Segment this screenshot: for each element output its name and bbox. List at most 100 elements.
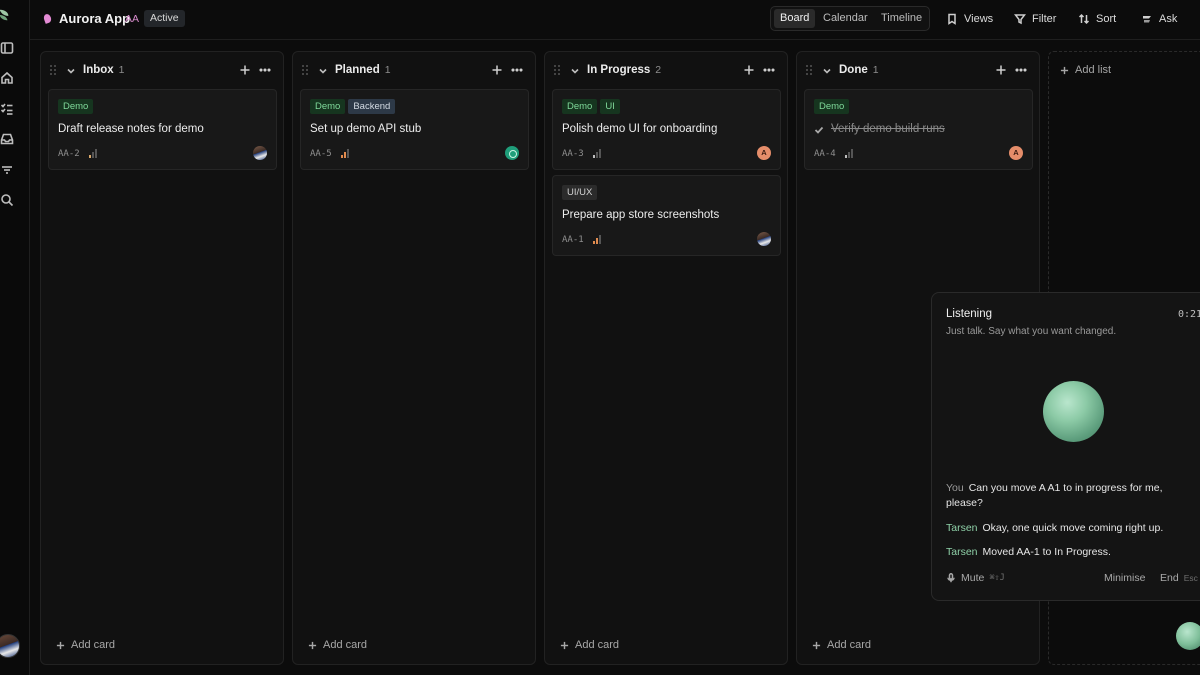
add-card-button[interactable]: Add card <box>56 639 115 651</box>
priority-icon[interactable] <box>593 149 602 158</box>
chevron-down-icon[interactable] <box>570 65 580 75</box>
priority-icon[interactable] <box>845 149 854 158</box>
column-header: Inbox 1 <box>41 52 283 88</box>
column-title: In Progress 2 <box>587 64 662 76</box>
logo-icon[interactable] <box>0 8 11 22</box>
assignee-avatar[interactable]: A <box>757 146 771 160</box>
sort-icon <box>1078 13 1090 25</box>
drag-handle-icon[interactable] <box>806 65 812 75</box>
tab-calendar[interactable]: Calendar <box>817 9 874 28</box>
filter-button[interactable]: Filter <box>1014 10 1056 28</box>
inbox-icon[interactable] <box>0 132 14 146</box>
drag-handle-icon[interactable] <box>302 65 308 75</box>
mute-label: Mute <box>961 572 985 584</box>
chevron-down-icon[interactable] <box>66 65 76 75</box>
more-icon[interactable] <box>259 64 271 76</box>
card-title: Set up demo API stub <box>310 123 422 135</box>
message-text: Moved AA-1 to In Progress. <box>982 546 1111 558</box>
project-title[interactable]: Aurora App <box>59 11 130 26</box>
user-avatar[interactable] <box>0 634 20 658</box>
plus-icon <box>812 641 821 649</box>
chevron-down-icon[interactable] <box>822 65 832 75</box>
more-icon[interactable] <box>1015 64 1027 76</box>
column-header: Planned 1 <box>293 52 535 88</box>
end-label: End <box>1160 572 1179 584</box>
more-icon[interactable] <box>763 64 775 76</box>
view-switcher: Board Calendar Timeline <box>770 6 930 31</box>
column-count: 1 <box>384 64 391 76</box>
assignee-avatar[interactable] <box>757 232 771 246</box>
sort-button[interactable]: Sort <box>1078 10 1116 28</box>
add-list-label: Add list <box>1075 64 1112 76</box>
task-card[interactable]: Demo Verify demo build runs AA-4 A <box>804 89 1033 170</box>
add-card-button[interactable]: Add card <box>560 639 619 651</box>
priority-icon[interactable] <box>89 149 98 158</box>
transcript-message: Tarsen Okay, one quick move coming right … <box>946 521 1186 536</box>
chevron-down-icon[interactable] <box>318 65 328 75</box>
column-header: Done 1 <box>797 52 1039 88</box>
plus-icon[interactable] <box>491 64 503 76</box>
project-code: AA <box>125 13 140 25</box>
add-card-button[interactable]: Add card <box>812 639 871 651</box>
plus-icon <box>56 641 65 649</box>
priority-icon[interactable] <box>593 235 602 244</box>
assignee-avatar[interactable]: A <box>1009 146 1023 160</box>
assistant-orb-button[interactable] <box>1176 622 1200 650</box>
add-list-button[interactable]: Add list <box>1060 64 1111 76</box>
column-planned: Planned 1 Demo Backend Set up demo API st… <box>292 51 536 665</box>
left-rail <box>0 0 30 675</box>
plus-icon <box>560 641 569 649</box>
tab-board[interactable]: Board <box>774 9 816 28</box>
drag-handle-icon[interactable] <box>554 65 560 75</box>
card-id: AA-3 <box>562 149 584 159</box>
card-id: AA-1 <box>562 235 584 245</box>
project-color-dot <box>42 13 53 24</box>
priority-icon[interactable] <box>341 149 350 158</box>
task-card[interactable]: Demo UI Polish demo UI for onboarding AA… <box>552 89 781 170</box>
home-icon[interactable] <box>0 71 14 85</box>
top-bar: Aurora App AA Active Board Calendar Time… <box>30 0 1200 40</box>
plus-icon[interactable] <box>743 64 755 76</box>
message-text: Can you move A A1 to in progress for me,… <box>946 482 1163 509</box>
column-count: 1 <box>118 64 125 76</box>
assignee-avatar[interactable] <box>253 146 267 160</box>
mic-icon <box>947 573 955 583</box>
voice-controls: Mute ⌘⇧J Minimise End Esc <box>946 572 1200 586</box>
ask-label: Ask <box>1159 13 1178 25</box>
column-in-progress: In Progress 2 Demo UI Polish demo UI for … <box>544 51 788 665</box>
voice-assistant-panel: Listening 0:21 Just talk. Say what you w… <box>931 292 1200 601</box>
message-speaker: Tarsen <box>946 522 978 534</box>
task-card[interactable]: Demo Backend Set up demo API stub AA-5 <box>300 89 529 170</box>
task-card[interactable]: UI/UX Prepare app store screenshots AA-1 <box>552 175 781 256</box>
plus-icon[interactable] <box>995 64 1007 76</box>
search-icon[interactable] <box>0 193 14 207</box>
add-card-button[interactable]: Add card <box>308 639 367 651</box>
status-badge[interactable]: Active <box>144 10 185 27</box>
mute-button[interactable]: Mute ⌘⇧J <box>946 572 1005 584</box>
card-title: Draft release notes for demo <box>58 123 204 135</box>
column-title: Done 1 <box>839 64 879 76</box>
column-title: Inbox 1 <box>83 64 125 76</box>
end-button[interactable]: End Esc <box>1160 572 1198 584</box>
column-count: 1 <box>872 64 879 76</box>
tab-timeline[interactable]: Timeline <box>875 9 928 28</box>
sidebar-toggle-icon[interactable] <box>0 41 14 55</box>
tag: UI <box>600 99 620 114</box>
assignee-avatar[interactable] <box>505 146 519 160</box>
add-card-label: Add card <box>575 639 620 651</box>
filter-lines-icon[interactable] <box>0 163 14 177</box>
minimise-button[interactable]: Minimise <box>1104 572 1145 584</box>
plus-icon[interactable] <box>239 64 251 76</box>
task-card[interactable]: Demo Draft release notes for demo AA-2 <box>48 89 277 170</box>
message-speaker: You <box>946 482 964 494</box>
more-icon[interactable] <box>511 64 523 76</box>
card-title: Verify demo build runs <box>831 123 945 135</box>
tag: Demo <box>814 99 850 114</box>
views-button[interactable]: Views <box>946 10 993 28</box>
voice-status: Listening <box>946 308 993 320</box>
tasks-icon[interactable] <box>0 102 14 116</box>
ask-button[interactable]: Ask <box>1141 10 1177 28</box>
drag-handle-icon[interactable] <box>50 65 56 75</box>
transcript-message: Tarsen Moved AA-1 to In Progress. <box>946 545 1186 560</box>
voice-timer: 0:21 <box>1178 309 1200 320</box>
